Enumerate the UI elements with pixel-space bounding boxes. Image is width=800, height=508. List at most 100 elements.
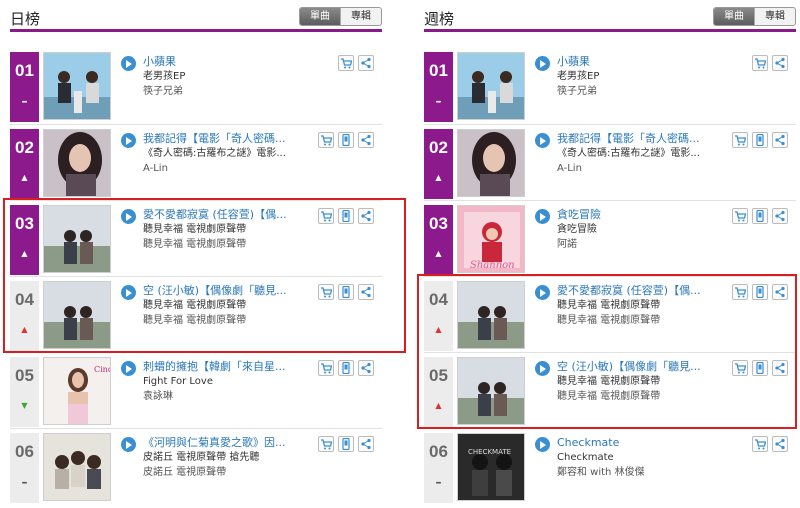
share-icon[interactable] — [772, 55, 788, 71]
cart-icon[interactable] — [338, 55, 354, 71]
artist-name[interactable]: A-Lin — [143, 162, 318, 175]
album-name[interactable]: Checkmate — [557, 451, 732, 464]
chart-row: 05 ▼ Cindy 刺蝟的擁抱【韓劇「來自星... Fight For Lov… — [10, 352, 382, 428]
chart-row: 01 – 小蘋果 老男孩EP 筷子兄弟 — [424, 48, 796, 124]
rank-badge: 02 ▲ — [10, 129, 39, 199]
tab-singles[interactable]: 單曲 — [714, 8, 754, 25]
weekly-chart-header: 週榜 單曲 專輯 — [424, 0, 796, 32]
daily-chart-header: 日榜 單曲 專輯 — [10, 0, 382, 32]
album-name[interactable]: 皮諾丘 電視原聲帶 搶先聽 — [143, 451, 318, 464]
trend-same-icon: – — [435, 475, 442, 489]
artist-name[interactable]: 筷子兄弟 — [557, 85, 732, 98]
row-actions — [732, 208, 788, 224]
share-icon[interactable] — [772, 208, 788, 224]
chart-row: 06 – CHECKMATE Checkmate Checkmate 鄭容和 w… — [424, 428, 796, 504]
trend-same-icon: – — [21, 94, 28, 108]
cart-icon[interactable] — [318, 436, 334, 452]
album-cover[interactable]: CHECKMATE — [457, 433, 525, 501]
song-title[interactable]: 刺蝟的擁抱【韓劇「來自星... — [143, 360, 318, 374]
header-divider — [10, 29, 382, 32]
share-icon[interactable] — [772, 436, 788, 452]
phone-icon[interactable] — [338, 360, 354, 376]
tab-albums[interactable]: 專輯 — [340, 8, 381, 25]
rank-badge: 06 – — [10, 433, 39, 503]
row-actions — [318, 436, 374, 452]
album-name[interactable]: 《奇人密碼:古羅布之謎》電影... — [557, 147, 732, 160]
tab-singles[interactable]: 單曲 — [300, 8, 340, 25]
highlight-box-weekly — [417, 274, 797, 429]
chart-row: 02 ▲ 我都記得【電影「奇人密碼... 《奇人密碼:古羅布之謎》電影... A… — [424, 124, 796, 200]
phone-icon[interactable] — [338, 436, 354, 452]
song-title[interactable]: Checkmate — [557, 436, 732, 450]
trend-up-icon: ▲ — [21, 173, 28, 182]
phone-icon[interactable] — [752, 208, 768, 224]
rank-number: 02 — [15, 138, 34, 157]
rank-badge: 01 – — [10, 52, 39, 122]
song-title[interactable]: 《河明與仁菊真愛之歌》因... — [143, 436, 318, 450]
album-name[interactable]: 老男孩EP — [557, 70, 732, 83]
song-title[interactable]: 貪吃冒險 — [557, 208, 732, 222]
cart-icon[interactable] — [732, 208, 748, 224]
album-name[interactable]: 貪吃冒險 — [557, 223, 732, 236]
cart-icon[interactable] — [732, 132, 748, 148]
album-cover[interactable] — [43, 52, 111, 120]
row-actions — [318, 360, 374, 376]
phone-icon[interactable] — [752, 132, 768, 148]
artist-name[interactable]: 袁詠琳 — [143, 390, 318, 403]
phone-icon[interactable] — [338, 132, 354, 148]
rank-number: 03 — [429, 214, 448, 233]
album-cover[interactable] — [457, 129, 525, 197]
play-icon[interactable] — [535, 56, 550, 71]
album-cover[interactable]: Cindy — [43, 357, 111, 425]
artist-name[interactable]: A-Lin — [557, 162, 732, 175]
artist-name[interactable]: 鄭容和 with 林俊傑 — [557, 466, 732, 479]
cart-icon[interactable] — [318, 132, 334, 148]
play-icon[interactable] — [535, 133, 550, 148]
album-cover[interactable] — [43, 433, 111, 501]
play-icon[interactable] — [121, 361, 136, 376]
tab-albums[interactable]: 專輯 — [754, 8, 795, 25]
rank-badge: 01 – — [424, 52, 453, 122]
share-icon[interactable] — [358, 132, 374, 148]
album-cover[interactable] — [457, 52, 525, 120]
song-title[interactable]: 我都記得【電影「奇人密碼... — [143, 132, 318, 146]
album-name[interactable]: 老男孩EP — [143, 70, 318, 83]
svg-text:CHECKMATE: CHECKMATE — [468, 448, 511, 456]
album-cover[interactable]: Shannon — [457, 205, 525, 273]
song-title[interactable]: 小蘋果 — [557, 55, 732, 69]
row-actions — [732, 132, 788, 148]
share-icon[interactable] — [772, 132, 788, 148]
row-actions — [752, 436, 788, 452]
play-icon[interactable] — [121, 56, 136, 71]
album-name[interactable]: 《奇人密碼:古羅布之謎》電影... — [143, 147, 318, 160]
share-icon[interactable] — [358, 55, 374, 71]
trend-same-icon: – — [435, 94, 442, 108]
cart-icon[interactable] — [752, 55, 768, 71]
album-name[interactable]: Fight For Love — [143, 375, 318, 388]
chart-row: 03 ▲ Shannon 貪吃冒險 貪吃冒險 阿諾 — [424, 200, 796, 276]
cart-icon[interactable] — [318, 360, 334, 376]
artist-name[interactable]: 阿諾 — [557, 238, 732, 251]
artist-name[interactable]: 皮諾丘 電視原聲帶 — [143, 466, 318, 479]
play-icon[interactable] — [121, 437, 136, 452]
row-actions — [752, 55, 788, 71]
share-icon[interactable] — [358, 436, 374, 452]
song-title[interactable]: 小蘋果 — [143, 55, 318, 69]
trend-up-icon: ▲ — [435, 173, 442, 182]
play-icon[interactable] — [535, 437, 550, 452]
play-icon[interactable] — [535, 209, 550, 224]
cart-icon[interactable] — [752, 436, 768, 452]
rank-number: 06 — [429, 442, 448, 461]
daily-chart-panel: 日榜 單曲 專輯 01 – 小蘋果 老男孩EP 筷子兄弟 02 ▲ 我都記得【電… — [10, 0, 382, 503]
song-title[interactable]: 我都記得【電影「奇人密碼... — [557, 132, 732, 146]
trend-up-icon: ▲ — [435, 249, 442, 258]
trend-same-icon: – — [21, 475, 28, 489]
svg-text:Shannon: Shannon — [470, 260, 515, 271]
artist-name[interactable]: 筷子兄弟 — [143, 85, 318, 98]
play-icon[interactable] — [121, 133, 136, 148]
rank-badge: 06 – — [424, 433, 453, 503]
rank-number: 02 — [429, 138, 448, 157]
share-icon[interactable] — [358, 360, 374, 376]
album-cover[interactable] — [43, 129, 111, 197]
weekly-chart-panel: 週榜 單曲 專輯 01 – 小蘋果 老男孩EP 筷子兄弟 02 ▲ 我都記得【電… — [424, 0, 796, 503]
